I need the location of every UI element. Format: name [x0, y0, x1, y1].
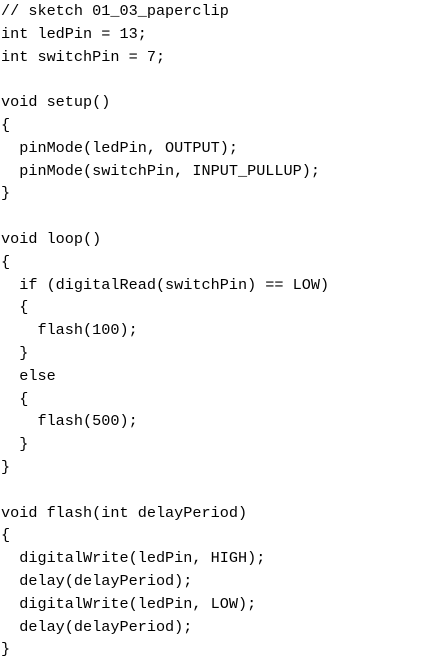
code-line-close-brace: }	[1, 640, 11, 659]
code-line-digitalwrite-high: digitalWrite(ledPin, HIGH);	[1, 549, 266, 568]
code-line-close-brace: }	[1, 343, 29, 362]
code-line-pinmode-switch: pinMode(switchPin, INPUT_PULLUP);	[1, 161, 320, 180]
code-line-flash-100: flash(100);	[1, 321, 138, 340]
code-line-close-brace: }	[1, 457, 11, 476]
code-line-if-condition: if (digitalRead(switchPin) == LOW)	[1, 275, 330, 294]
code-line-open-brace: {	[1, 252, 11, 271]
code-line-close-brace: }	[1, 184, 11, 203]
code-line-loop-signature: void loop()	[1, 229, 102, 248]
code-line-flash-500: flash(500);	[1, 412, 138, 431]
code-line-delay: delay(delayPeriod);	[1, 617, 193, 636]
code-listing: // sketch 01_03_paperclip int ledPin = 1…	[0, 0, 427, 658]
code-line-else: else	[1, 366, 56, 385]
code-line-pinmode-led: pinMode(ledPin, OUTPUT);	[1, 138, 238, 157]
code-line-close-brace: }	[1, 435, 29, 454]
code-line-open-brace: {	[1, 389, 29, 408]
code-line-flash-signature: void flash(int delayPeriod)	[1, 503, 248, 522]
code-line-ledpin-decl: int ledPin = 13;	[1, 24, 147, 43]
code-line-digitalwrite-low: digitalWrite(ledPin, LOW);	[1, 594, 257, 613]
code-line-setup-signature: void setup()	[1, 93, 111, 112]
code-line-open-brace: {	[1, 526, 11, 545]
code-line-switchpin-decl: int switchPin = 7;	[1, 47, 166, 66]
code-line-open-brace: {	[1, 298, 29, 317]
code-line-open-brace: {	[1, 115, 11, 134]
code-line-comment: // sketch 01_03_paperclip	[1, 2, 229, 20]
code-line-delay: delay(delayPeriod);	[1, 571, 193, 590]
